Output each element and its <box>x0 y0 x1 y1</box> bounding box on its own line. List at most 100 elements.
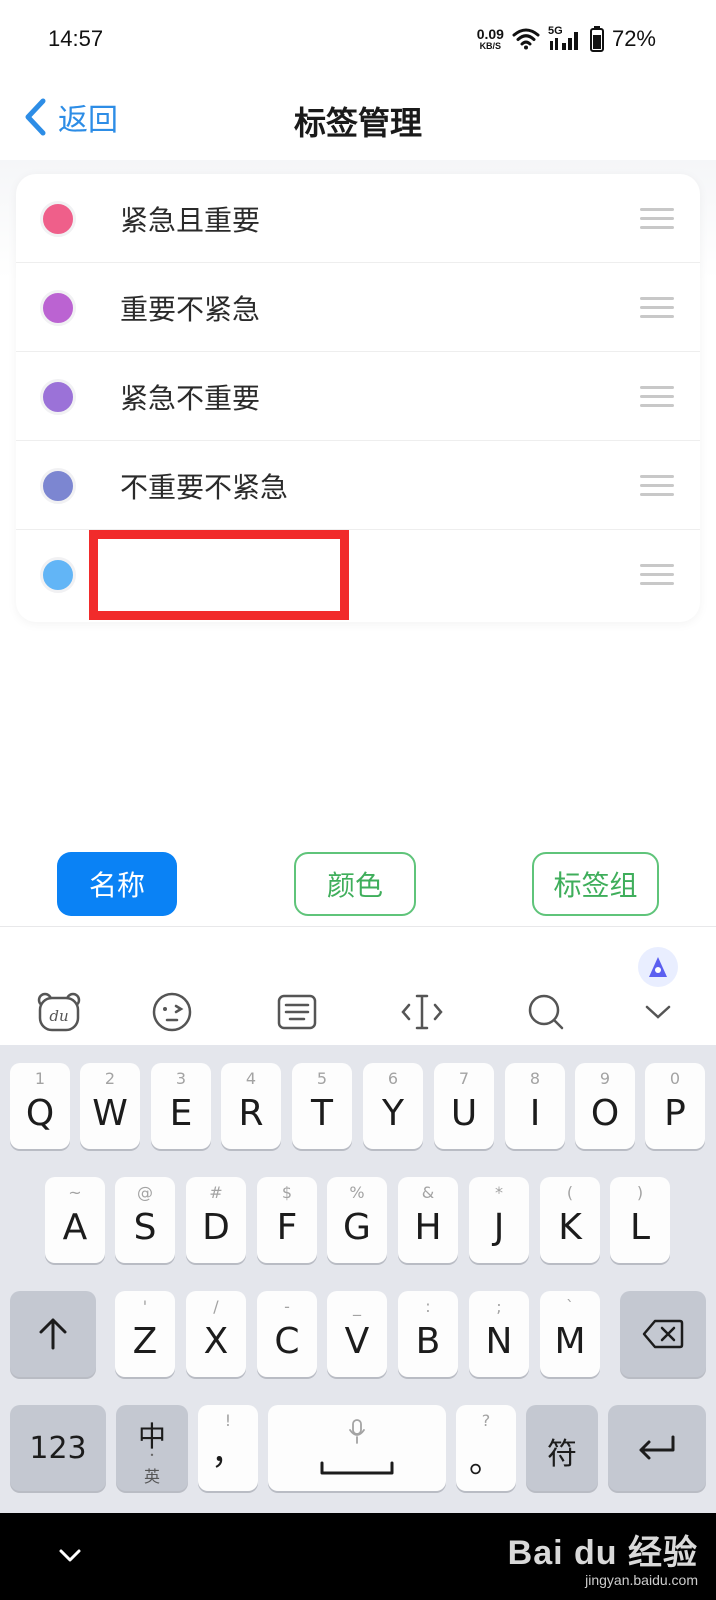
period-key[interactable]: ? 。 <box>456 1405 516 1491</box>
key-s[interactable]: @ S <box>115 1177 175 1263</box>
tag-row[interactable]: 不重要不紧急 <box>16 441 700 530</box>
key-t[interactable]: 5T <box>292 1063 352 1149</box>
key-label: T <box>311 1093 333 1134</box>
symbols-key[interactable]: 符 <box>526 1405 598 1491</box>
cursor-icon[interactable] <box>397 987 447 1037</box>
key-label: M <box>554 1321 586 1362</box>
key-label: H <box>414 1207 442 1248</box>
ai-assistant-icon[interactable] <box>638 947 678 987</box>
key-z[interactable]: ' Z <box>115 1291 175 1377</box>
shift-key[interactable] <box>10 1291 96 1377</box>
key-f[interactable]: $ F <box>257 1177 317 1263</box>
numbers-key[interactable]: 123 <box>10 1405 106 1491</box>
nav-bar: 返回 标签管理 <box>0 80 716 160</box>
battery-percent: 72% <box>611 26 656 51</box>
du-logo-icon[interactable]: du <box>34 987 84 1037</box>
key-g[interactable]: % G <box>327 1177 387 1263</box>
drag-handle-icon[interactable] <box>640 474 674 497</box>
tag-name: 不重要不紧急 <box>120 470 289 504</box>
key-k[interactable]: (K <box>540 1177 600 1263</box>
key-label: W <box>92 1093 128 1134</box>
key-x[interactable]: / X <box>186 1291 246 1377</box>
key-label: N <box>485 1321 513 1362</box>
key-hint: & <box>421 1183 435 1202</box>
tag-row[interactable]: 紧急不重要 <box>16 352 700 441</box>
key-p[interactable]: 0P <box>645 1063 705 1149</box>
key-hint: 2 <box>104 1069 116 1088</box>
drag-handle-icon[interactable] <box>640 563 674 586</box>
key-hint: 1 <box>34 1069 46 1088</box>
key-y[interactable]: 6Y <box>363 1063 423 1149</box>
key-l[interactable]: ) L <box>610 1177 670 1263</box>
key-label: V <box>344 1321 370 1362</box>
key-hint: $ <box>281 1183 293 1202</box>
keyboard: 1Q 2W 3E 4R 5T 6Y 7U 8I 9O 0P ~ A @ S # D $… <box>0 1045 716 1513</box>
key-d[interactable]: # D <box>186 1177 246 1263</box>
network-speed-value: 0.09 <box>476 26 504 42</box>
tab-tag-group[interactable]: 标签组 <box>532 852 659 916</box>
key-o[interactable]: 9O <box>575 1063 635 1149</box>
tag-row[interactable]: 重要不紧急 <box>16 263 700 352</box>
tab-name[interactable]: 名称 <box>57 852 177 916</box>
svg-text:du: du <box>49 1007 68 1025</box>
key-label: A <box>62 1207 88 1248</box>
key-m[interactable]: ` M <box>540 1291 600 1377</box>
key-label: B <box>415 1321 441 1362</box>
key-hint: 0 <box>669 1069 681 1088</box>
hide-keyboard-icon[interactable] <box>52 1537 88 1573</box>
key-v[interactable]: _ V <box>327 1291 387 1377</box>
drag-handle-icon[interactable] <box>640 207 674 230</box>
key-e[interactable]: 3E <box>151 1063 211 1149</box>
key-q[interactable]: 1Q <box>10 1063 70 1149</box>
backspace-key[interactable] <box>620 1291 706 1377</box>
key-hint: - <box>284 1297 290 1316</box>
tag-row[interactable]: 紧急且重要 <box>16 174 700 263</box>
key-hint: ' <box>142 1297 148 1316</box>
tag-color-dot <box>40 467 76 504</box>
key-j[interactable]: * J <box>469 1177 529 1263</box>
backspace-icon <box>642 1319 684 1349</box>
edit-tabs: 名称 颜色 标签组 <box>0 852 716 916</box>
key-c[interactable]: -C <box>257 1291 317 1377</box>
key-u[interactable]: 7U <box>434 1063 494 1149</box>
key-hint: ` <box>566 1297 574 1316</box>
enter-key[interactable] <box>608 1405 706 1491</box>
battery-icon <box>589 26 604 52</box>
key-b[interactable]: :B <box>398 1291 458 1377</box>
key-w[interactable]: 2W <box>80 1063 140 1149</box>
key-a[interactable]: ~ A <box>45 1177 105 1263</box>
key-i[interactable]: 8I <box>505 1063 565 1149</box>
key-n[interactable]: ; N <box>469 1291 529 1377</box>
drag-handle-icon[interactable] <box>640 296 674 319</box>
key-label: S <box>133 1207 157 1248</box>
search-icon[interactable] <box>521 987 571 1037</box>
key-hint: 5 <box>316 1069 328 1088</box>
key-label: O <box>590 1093 620 1134</box>
key-label: 。 <box>469 1441 503 1481</box>
key-hint: 4 <box>245 1069 257 1088</box>
emoji-icon[interactable] <box>147 987 197 1037</box>
drag-handle-icon[interactable] <box>640 385 674 408</box>
space-bar-icon <box>320 1461 394 1475</box>
language-switch-key[interactable]: 中 • 英 <box>116 1405 188 1491</box>
key-label: F <box>276 1207 298 1248</box>
key-r[interactable]: 4R <box>221 1063 281 1149</box>
comma-key[interactable]: ! ， <box>198 1405 258 1491</box>
key-hint: 7 <box>458 1069 470 1088</box>
key-hint: : <box>425 1297 431 1316</box>
key-h[interactable]: & H <box>398 1177 458 1263</box>
highlight-box <box>89 530 349 620</box>
tag-color-dot <box>40 378 76 415</box>
key-sublabel: 英 <box>143 1467 160 1486</box>
key-label: G <box>343 1207 371 1248</box>
key-hint: ? <box>481 1411 491 1430</box>
watermark-url: jingyan.baidu.com <box>585 1572 698 1588</box>
status-time: 14:57 <box>48 26 104 51</box>
key-label: C <box>274 1321 300 1362</box>
tab-color[interactable]: 颜色 <box>294 852 416 916</box>
collapse-chevron-icon[interactable] <box>633 987 683 1037</box>
keyboard-layout-icon[interactable] <box>272 987 322 1037</box>
space-key[interactable] <box>268 1405 446 1491</box>
tag-color-dot <box>40 556 76 593</box>
key-hint: 3 <box>175 1069 187 1088</box>
